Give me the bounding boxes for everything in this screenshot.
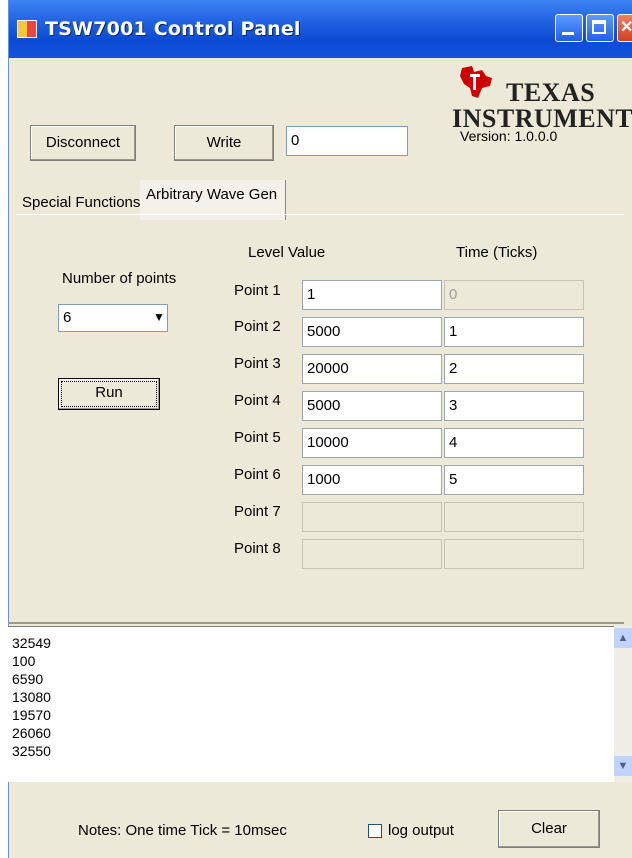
log-output-checkbox[interactable] bbox=[368, 824, 382, 838]
log-line: 32550 bbox=[12, 743, 51, 759]
version-label: Version: 1.0.0.0 bbox=[460, 128, 558, 144]
point-level-input[interactable]: 5000 bbox=[302, 317, 442, 347]
number-of-points-select[interactable]: 6 ▼ bbox=[58, 304, 168, 332]
scroll-up-arrow-icon[interactable]: ▲ bbox=[614, 628, 632, 648]
run-button[interactable]: Run bbox=[58, 378, 160, 410]
log-line: 100 bbox=[12, 653, 36, 669]
write-value-input[interactable]: 0 bbox=[286, 126, 408, 156]
log-line: 6590 bbox=[12, 671, 44, 687]
point-time-input: 0 bbox=[444, 280, 584, 310]
point-level-input[interactable]: 20000 bbox=[302, 354, 442, 384]
log-line: 26060 bbox=[12, 725, 51, 741]
tab-divider bbox=[16, 214, 624, 215]
point-label: Point 3 bbox=[234, 355, 281, 372]
panel-divider bbox=[8, 622, 624, 624]
notes-text: Notes: One time Tick = 10msec bbox=[78, 822, 287, 839]
clear-button[interactable]: Clear bbox=[498, 810, 600, 848]
scroll-down-arrow-icon[interactable]: ▼ bbox=[614, 756, 632, 776]
log-output-box[interactable]: 32549 100 6590 13080 19570 26060 32550 bbox=[8, 626, 624, 782]
point-label: Point 7 bbox=[234, 503, 281, 520]
point-label: Point 6 bbox=[234, 466, 281, 483]
title-bar[interactable]: TSW7001 Control Panel bbox=[9, 0, 632, 58]
chevron-down-icon[interactable]: ▼ bbox=[153, 310, 165, 324]
point-time-input[interactable]: 4 bbox=[444, 428, 584, 458]
point-level-input bbox=[302, 539, 442, 569]
number-of-points-value: 6 bbox=[63, 309, 72, 326]
write-button[interactable]: Write bbox=[174, 125, 274, 161]
level-value-header: Level Value bbox=[248, 244, 326, 261]
point-label: Point 2 bbox=[234, 318, 281, 335]
point-label: Point 1 bbox=[234, 282, 281, 299]
point-level-input[interactable]: 1000 bbox=[302, 465, 442, 495]
point-time-input bbox=[444, 539, 584, 569]
window-title: TSW7001 Control Panel bbox=[45, 18, 301, 40]
time-ticks-header: Time (Ticks) bbox=[456, 244, 538, 261]
point-time-input bbox=[444, 502, 584, 532]
point-time-input[interactable]: 5 bbox=[444, 465, 584, 495]
point-level-input[interactable]: 1 bbox=[302, 280, 442, 310]
point-label: Point 5 bbox=[234, 429, 281, 446]
point-time-input[interactable]: 2 bbox=[444, 354, 584, 384]
ti-logo-icon bbox=[460, 66, 492, 98]
app-icon bbox=[17, 20, 37, 38]
point-time-input[interactable]: 3 bbox=[444, 391, 584, 421]
log-line: 13080 bbox=[12, 689, 51, 705]
log-line: 19570 bbox=[12, 707, 51, 723]
point-level-input bbox=[302, 502, 442, 532]
maximize-button[interactable] bbox=[586, 14, 614, 42]
log-scrollbar[interactable]: ▲ ▼ bbox=[614, 626, 632, 782]
point-level-input[interactable]: 10000 bbox=[302, 428, 442, 458]
minimize-button[interactable] bbox=[555, 14, 583, 42]
point-label: Point 8 bbox=[234, 540, 281, 557]
tab-special-functions[interactable]: Special Functions bbox=[22, 194, 140, 211]
close-button[interactable] bbox=[617, 14, 632, 42]
point-level-input[interactable]: 5000 bbox=[302, 391, 442, 421]
log-output-label: log output bbox=[388, 822, 454, 839]
point-time-input[interactable]: 1 bbox=[444, 317, 584, 347]
log-line: 32549 bbox=[12, 635, 51, 651]
run-button-label: Run bbox=[61, 381, 157, 407]
point-label: Point 4 bbox=[234, 392, 281, 409]
number-of-points-label: Number of points bbox=[62, 270, 177, 287]
disconnect-button[interactable]: Disconnect bbox=[30, 125, 136, 161]
